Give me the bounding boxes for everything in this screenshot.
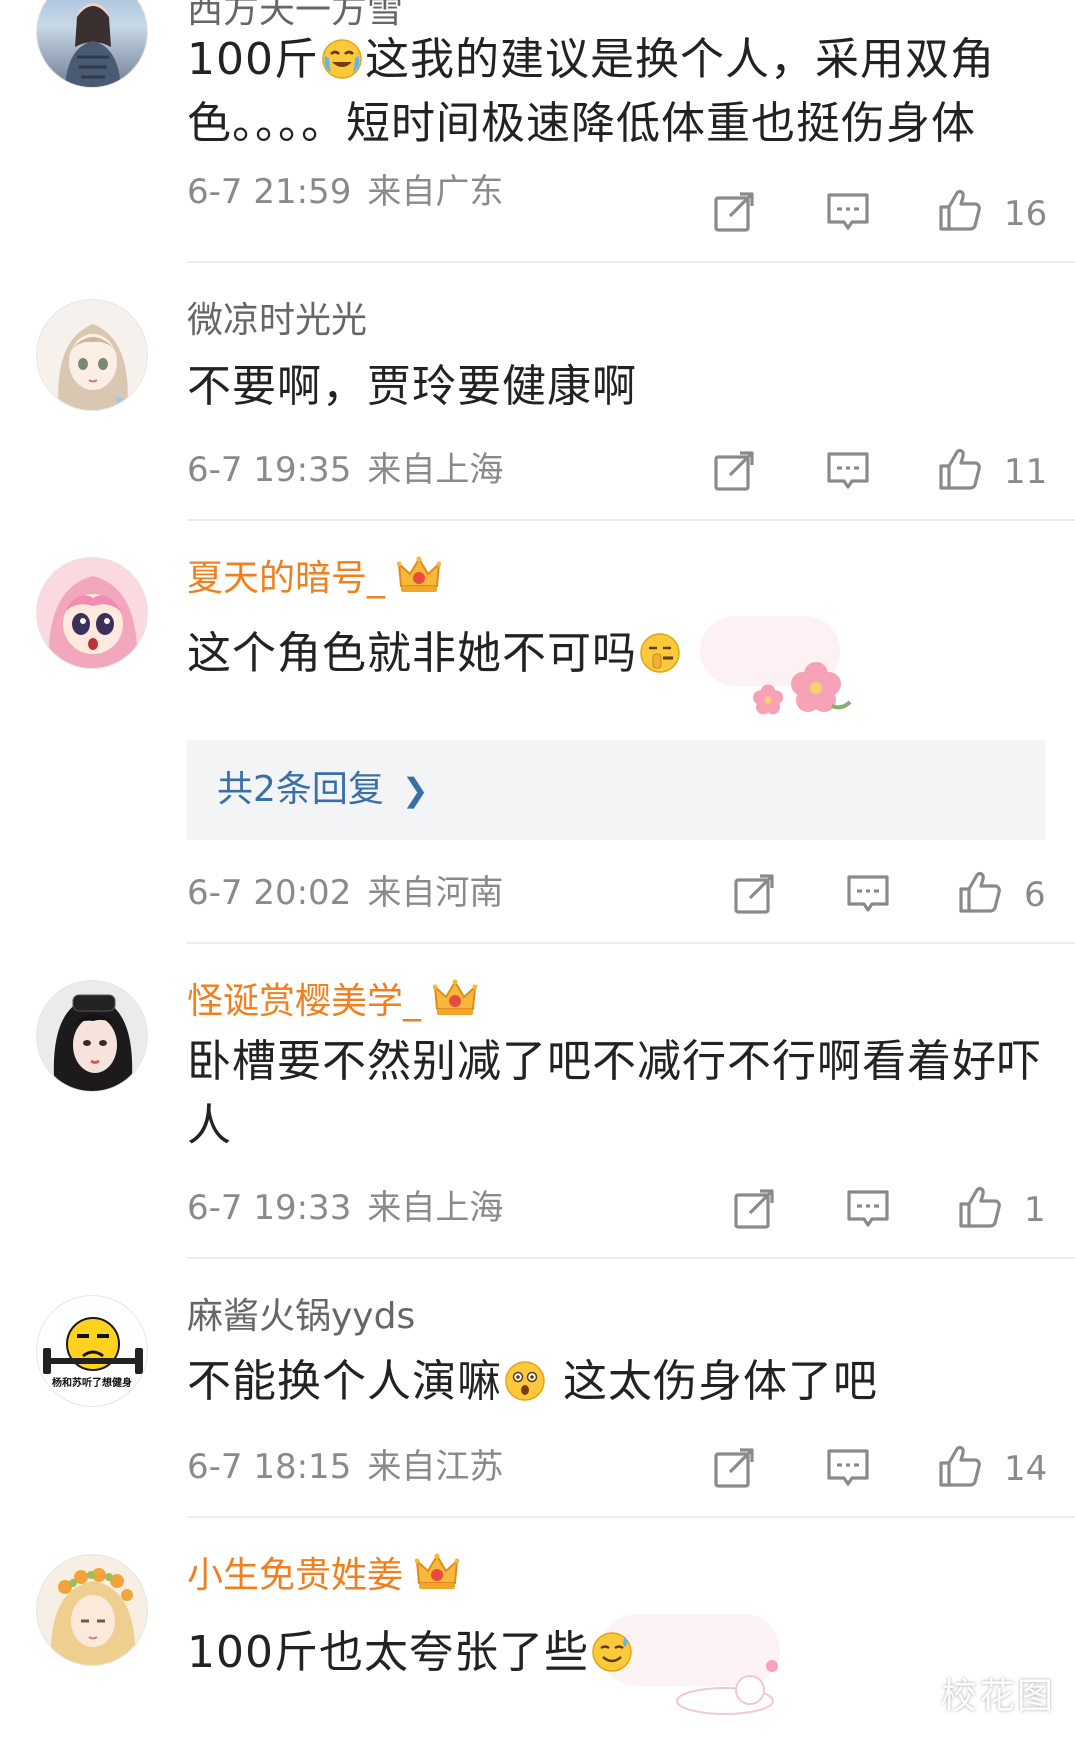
vip-crown-icon [433, 979, 477, 1017]
avatar[interactable] [36, 557, 148, 669]
comment-text: 这个角色就非她不可吗 [187, 622, 1047, 686]
comment-text: 100斤也太夸张了些 [187, 1621, 1047, 1685]
shocked-emoji [505, 1361, 545, 1401]
timestamp: 6-7 20:02 [187, 873, 352, 913]
comment-text: 卧槽要不然别减了吧不减行不行啊看着好吓 人 [187, 1036, 1042, 1151]
comment-text: 100斤 这我的建议是换个人，采用双角 色。。。。短时间极速降低体重也挺伤身体 [187, 34, 995, 149]
replies-count-label: 共2条回复 [217, 769, 384, 810]
like-icon[interactable] [938, 1444, 982, 1488]
username[interactable]: 小生免贵姓姜 [187, 1553, 459, 1599]
comment-text: 不要啊，贾玲要健康啊 [187, 361, 637, 412]
like-count: 6 [1024, 875, 1046, 915]
divider [187, 519, 1075, 521]
comment-meta: 6-7 21:59 来自广东 [187, 172, 503, 212]
location: 来自河南 [367, 873, 504, 913]
share-icon[interactable] [732, 1187, 776, 1231]
like-count: 14 [1004, 1449, 1048, 1489]
avatar-caption: 杨和苏听了想健身 [52, 1378, 132, 1389]
crying-laughing-emoji [322, 39, 362, 79]
timestamp: 6-7 19:35 [187, 450, 352, 490]
avatar[interactable] [36, 1554, 148, 1666]
vip-crown-icon [397, 556, 441, 594]
comment-meta: 6-7 18:15 来自江苏 [187, 1447, 503, 1487]
divider [187, 1516, 1075, 1518]
avatar[interactable] [36, 0, 148, 88]
sweat-smile-emoji [592, 1632, 632, 1672]
comment-text: 不能换个人演嘛 这太伤身体了吧 [187, 1356, 878, 1407]
comment-icon[interactable] [826, 190, 870, 234]
like-count: 16 [1004, 194, 1048, 234]
like-count: 11 [1004, 452, 1048, 492]
divider [187, 261, 1075, 263]
like-icon[interactable] [938, 188, 982, 232]
timestamp: 6-7 18:15 [187, 1447, 352, 1487]
comment-icon[interactable] [826, 449, 870, 493]
username[interactable]: 麻酱火锅yyds [187, 1294, 415, 1340]
comment-meta: 6-7 19:35 来自上海 [187, 450, 503, 490]
divider [187, 1257, 1075, 1259]
like-count: 1 [1024, 1190, 1046, 1230]
comment-meta: 6-7 20:02 来自河南 [187, 873, 503, 913]
shush-emoji [640, 633, 680, 673]
avatar[interactable]: 杨和苏听了想健身 [36, 1295, 148, 1407]
view-replies-link[interactable]: 共2条回复 ❯ [187, 740, 1045, 840]
divider [187, 942, 1075, 944]
share-icon[interactable] [712, 449, 756, 493]
location: 来自江苏 [367, 1447, 504, 1487]
share-icon[interactable] [732, 872, 776, 916]
share-icon[interactable] [712, 1446, 756, 1490]
like-icon[interactable] [938, 447, 982, 491]
share-icon[interactable] [712, 190, 756, 234]
avatar[interactable] [36, 299, 148, 411]
like-icon[interactable] [958, 1185, 1002, 1229]
comment-icon[interactable] [846, 872, 890, 916]
comment-icon[interactable] [826, 1446, 870, 1490]
chevron-right-icon: ❯ [401, 771, 429, 809]
vip-crown-icon [415, 1553, 459, 1591]
watermark: 校花图 [940, 1676, 1055, 1717]
location: 来自上海 [367, 450, 504, 490]
timestamp: 6-7 21:59 [187, 172, 352, 212]
like-icon[interactable] [958, 870, 1002, 914]
comment-meta: 6-7 19:33 来自上海 [187, 1188, 503, 1228]
username[interactable]: 怪诞赏樱美学_ [187, 979, 477, 1025]
username[interactable]: 微凉时光光 [187, 298, 367, 344]
username[interactable]: 夏天的暗号_ [187, 556, 441, 602]
location: 来自上海 [367, 1188, 504, 1228]
comment-icon[interactable] [846, 1187, 890, 1231]
location: 来自广东 [367, 172, 504, 212]
timestamp: 6-7 19:33 [187, 1188, 352, 1228]
avatar[interactable] [36, 980, 148, 1092]
